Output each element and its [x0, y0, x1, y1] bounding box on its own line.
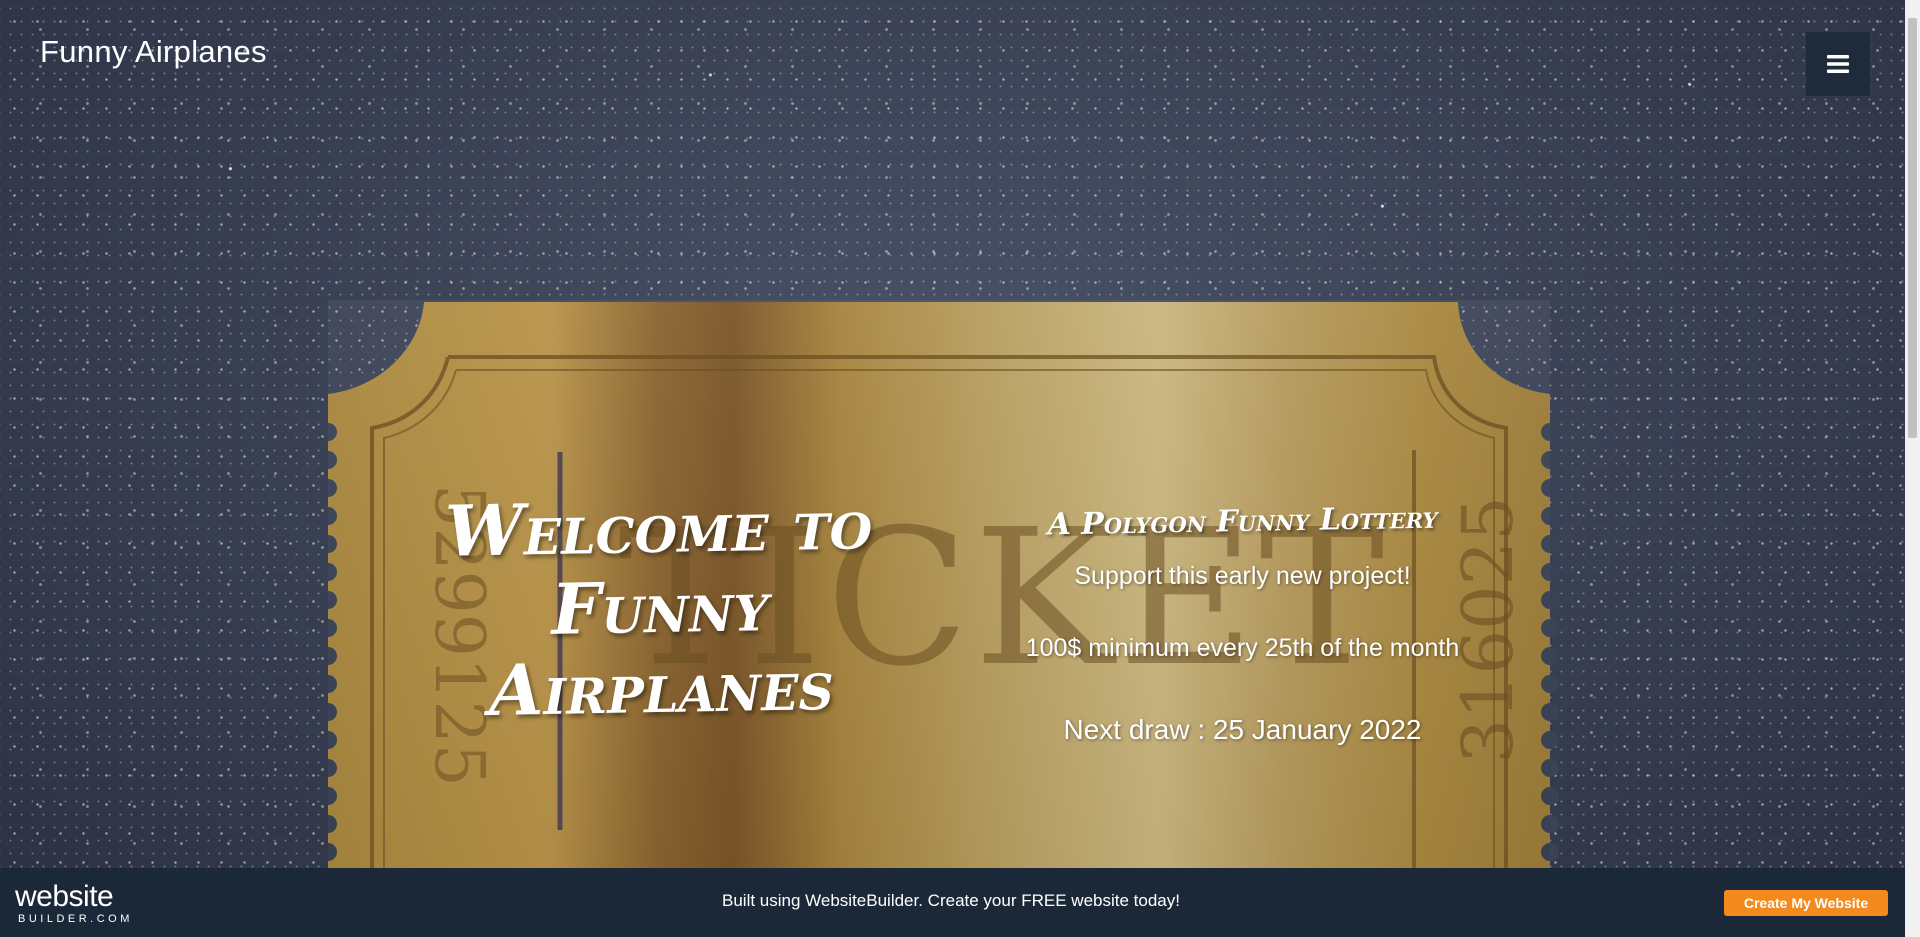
site-title[interactable]: Funny Airplanes — [40, 34, 267, 70]
scrollbar-thumb[interactable] — [1908, 18, 1917, 438]
page-scrollbar[interactable] — [1905, 0, 1920, 937]
hamburger-menu-icon — [1827, 55, 1849, 73]
promo-text: Built using WebsiteBuilder. Create your … — [722, 891, 1180, 910]
create-my-website-button[interactable]: Create My Website — [1724, 890, 1888, 916]
support-text: Support this early new project! — [1074, 562, 1411, 590]
logo-sub-text: BUILDER.COM — [18, 913, 133, 925]
builder-footer-bar: website BUILDER.COM Built using WebsiteB… — [0, 868, 1905, 937]
websitebuilder-logo[interactable]: website BUILDER.COM — [15, 880, 133, 926]
next-draw-text: Next draw : 25 January 2022 — [1063, 714, 1422, 745]
minimum-text: 100$ minimum every 25th of the month — [1025, 634, 1460, 662]
hero-heading: Welcome to Funny Airplanes — [444, 482, 873, 732]
logo-main-text: website — [15, 880, 114, 913]
menu-button[interactable] — [1806, 32, 1870, 96]
